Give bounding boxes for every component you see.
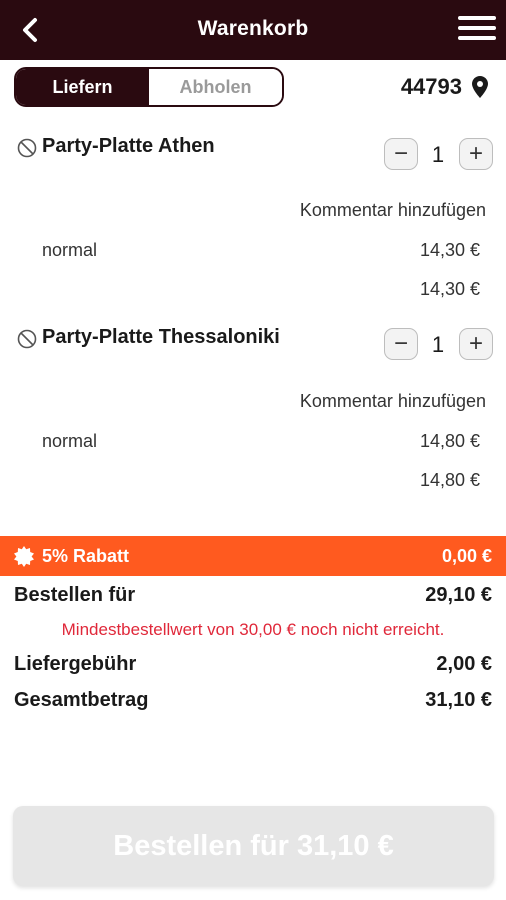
delivery-fee-value: 2,00 € bbox=[436, 653, 492, 675]
item-name: Party-Platte Thessaloniki bbox=[42, 326, 280, 348]
decrease-quantity-button[interactable]: − bbox=[384, 328, 418, 360]
subtotal-value: 29,10 € bbox=[425, 584, 492, 606]
subtotal-label: Bestellen für bbox=[14, 584, 136, 606]
location-selector[interactable]: 44793 bbox=[401, 74, 488, 100]
increase-quantity-button[interactable]: + bbox=[459, 138, 493, 170]
item-variant: normal bbox=[42, 240, 98, 260]
page-title: Warenkorb bbox=[197, 17, 309, 40]
discount-label: 5% Rabatt bbox=[42, 546, 130, 566]
discount-value: 0,00 € bbox=[441, 546, 492, 566]
tab-liefern[interactable]: Liefern bbox=[16, 69, 149, 105]
item-name: Party-Platte Athen bbox=[42, 135, 215, 157]
decrease-quantity-button[interactable]: − bbox=[384, 138, 418, 170]
menu-button[interactable] bbox=[458, 16, 496, 44]
tab-abholen[interactable]: Abholen bbox=[149, 69, 282, 105]
delivery-fee-label: Liefergebühr bbox=[14, 653, 137, 675]
minimum-order-warning: Mindestbestellwert von 30,00 € noch nich… bbox=[61, 620, 445, 639]
increase-quantity-button[interactable]: + bbox=[459, 328, 493, 360]
total-label: Gesamtbetrag bbox=[14, 689, 149, 711]
zip-code: 44793 bbox=[400, 74, 462, 99]
no-sign-icon bbox=[17, 329, 37, 349]
order-button[interactable]: Bestellen für 31,10 € bbox=[13, 806, 494, 886]
item-total: 14,80 € bbox=[419, 470, 480, 490]
total-value: 31,10 € bbox=[425, 689, 492, 711]
quantity-value: 1 bbox=[431, 332, 445, 357]
item-total: 14,30 € bbox=[419, 279, 480, 299]
hamburger-menu-icon bbox=[458, 16, 496, 20]
delivery-mode-toggle: Liefern Abholen bbox=[14, 67, 284, 107]
item-variant: normal bbox=[42, 431, 98, 451]
no-sign-icon bbox=[17, 138, 37, 158]
add-comment-link[interactable]: Kommentar hinzufügen bbox=[300, 200, 486, 221]
plus-icon: + bbox=[468, 330, 483, 357]
minus-icon: − bbox=[393, 140, 408, 167]
variant-price: 14,30 € bbox=[419, 240, 480, 260]
map-pin-icon bbox=[472, 76, 488, 98]
minus-icon: − bbox=[393, 330, 408, 357]
variant-price: 14,80 € bbox=[419, 431, 480, 451]
discount-bar: 5% Rabatt 0,00 € bbox=[0, 536, 506, 576]
quantity-value: 1 bbox=[431, 142, 445, 167]
plus-icon: + bbox=[468, 140, 483, 167]
app-header: Warenkorb bbox=[0, 0, 506, 60]
discount-badge-icon bbox=[14, 546, 34, 567]
add-comment-link[interactable]: Kommentar hinzufügen bbox=[300, 391, 486, 412]
